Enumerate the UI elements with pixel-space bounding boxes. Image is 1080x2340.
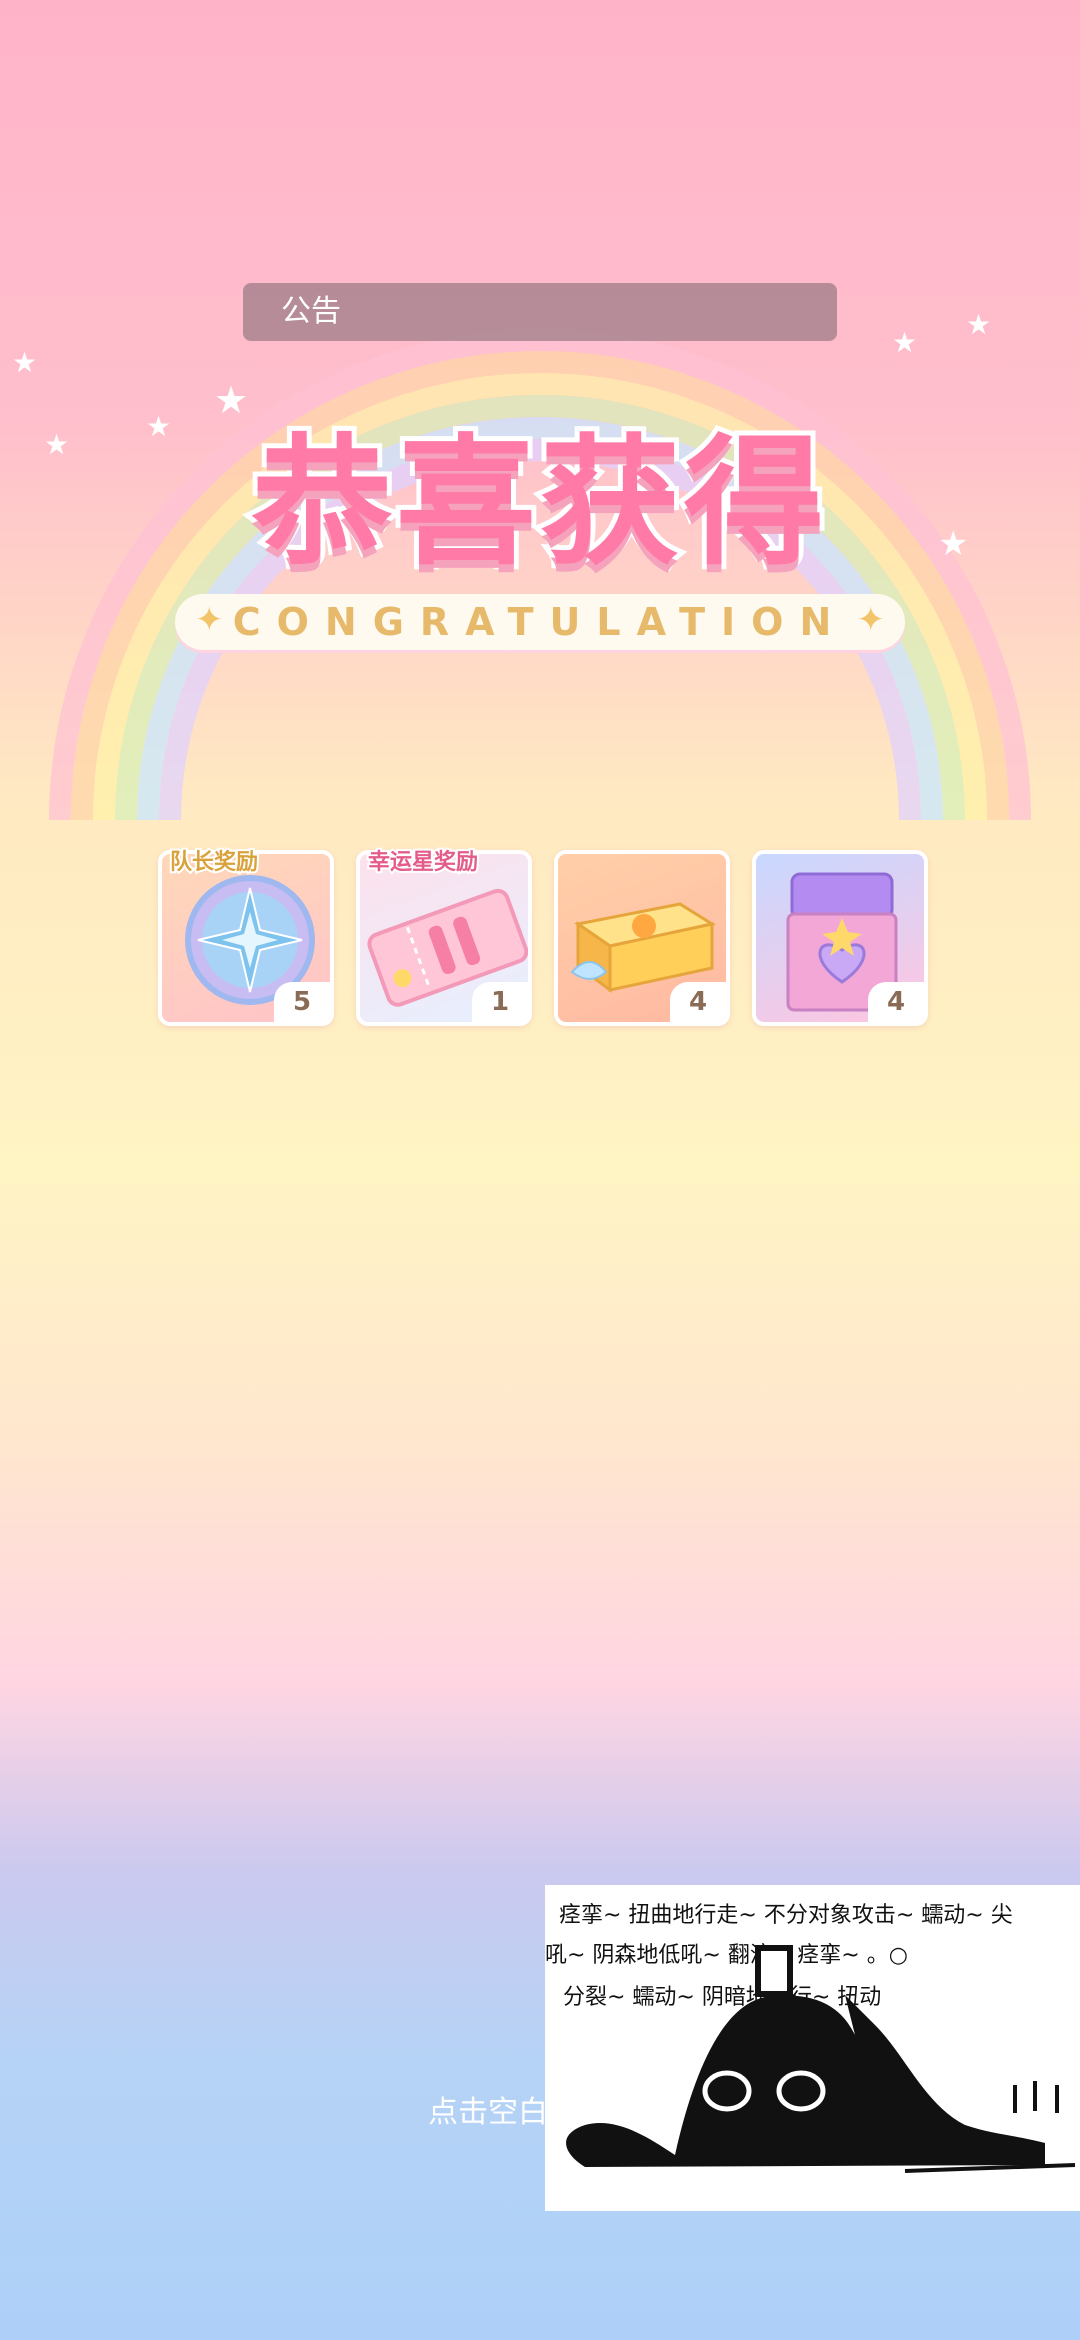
sparkle-icon: ★ <box>146 410 172 443</box>
sparkle-icon: ✦ <box>195 600 224 640</box>
reward-count: 5 <box>274 982 330 1022</box>
sparkle-icon: ✦ <box>856 600 886 640</box>
reward-count: 4 <box>868 982 924 1022</box>
tap-blank-hint[interactable]: 点击空白 <box>428 2087 548 2131</box>
congrats-banner: 恭喜获得 <box>190 390 890 590</box>
reward-item[interactable]: 4 <box>554 850 730 1026</box>
reward-tag-lucky-star: 幸运星奖励 <box>366 848 480 877</box>
reward-tag-captain: 队长奖励 <box>168 848 260 877</box>
reward-item[interactable]: 4 <box>752 850 928 1026</box>
sparkle-icon: ★ <box>12 346 38 379</box>
reward-list: 5 队长奖励 1 幸运星奖励 4 4 <box>158 848 938 1030</box>
reward-item[interactable]: 5 <box>158 850 334 1026</box>
page-title: 恭喜获得 <box>247 417 829 590</box>
notice-bar[interactable]: 公告 <box>243 283 837 341</box>
congrats-subtitle: CONGRATULATION <box>232 600 848 644</box>
shadow-creature-icon <box>566 1945 1076 2173</box>
sparkle-icon: ★ <box>966 308 992 341</box>
sparkle-icon: ★ <box>892 326 918 359</box>
sparkle-icon: ★ <box>44 428 70 461</box>
notice-label: 公告 <box>281 294 341 329</box>
reward-count: 1 <box>472 982 528 1022</box>
sparkle-icon: ★ <box>938 524 969 564</box>
comic-overlay-image: 痉挛~ 扭曲地行走~ 不分对象攻击~ 蠕动~ 尖 吼~ 阴森地低吼~ 翻滚~ 痉… <box>545 1885 1080 2211</box>
congrats-subtitle-pill: ✦ CONGRATULATION ✦ <box>175 594 905 650</box>
reward-item[interactable]: 1 <box>356 850 532 1026</box>
reward-count: 4 <box>670 982 726 1022</box>
